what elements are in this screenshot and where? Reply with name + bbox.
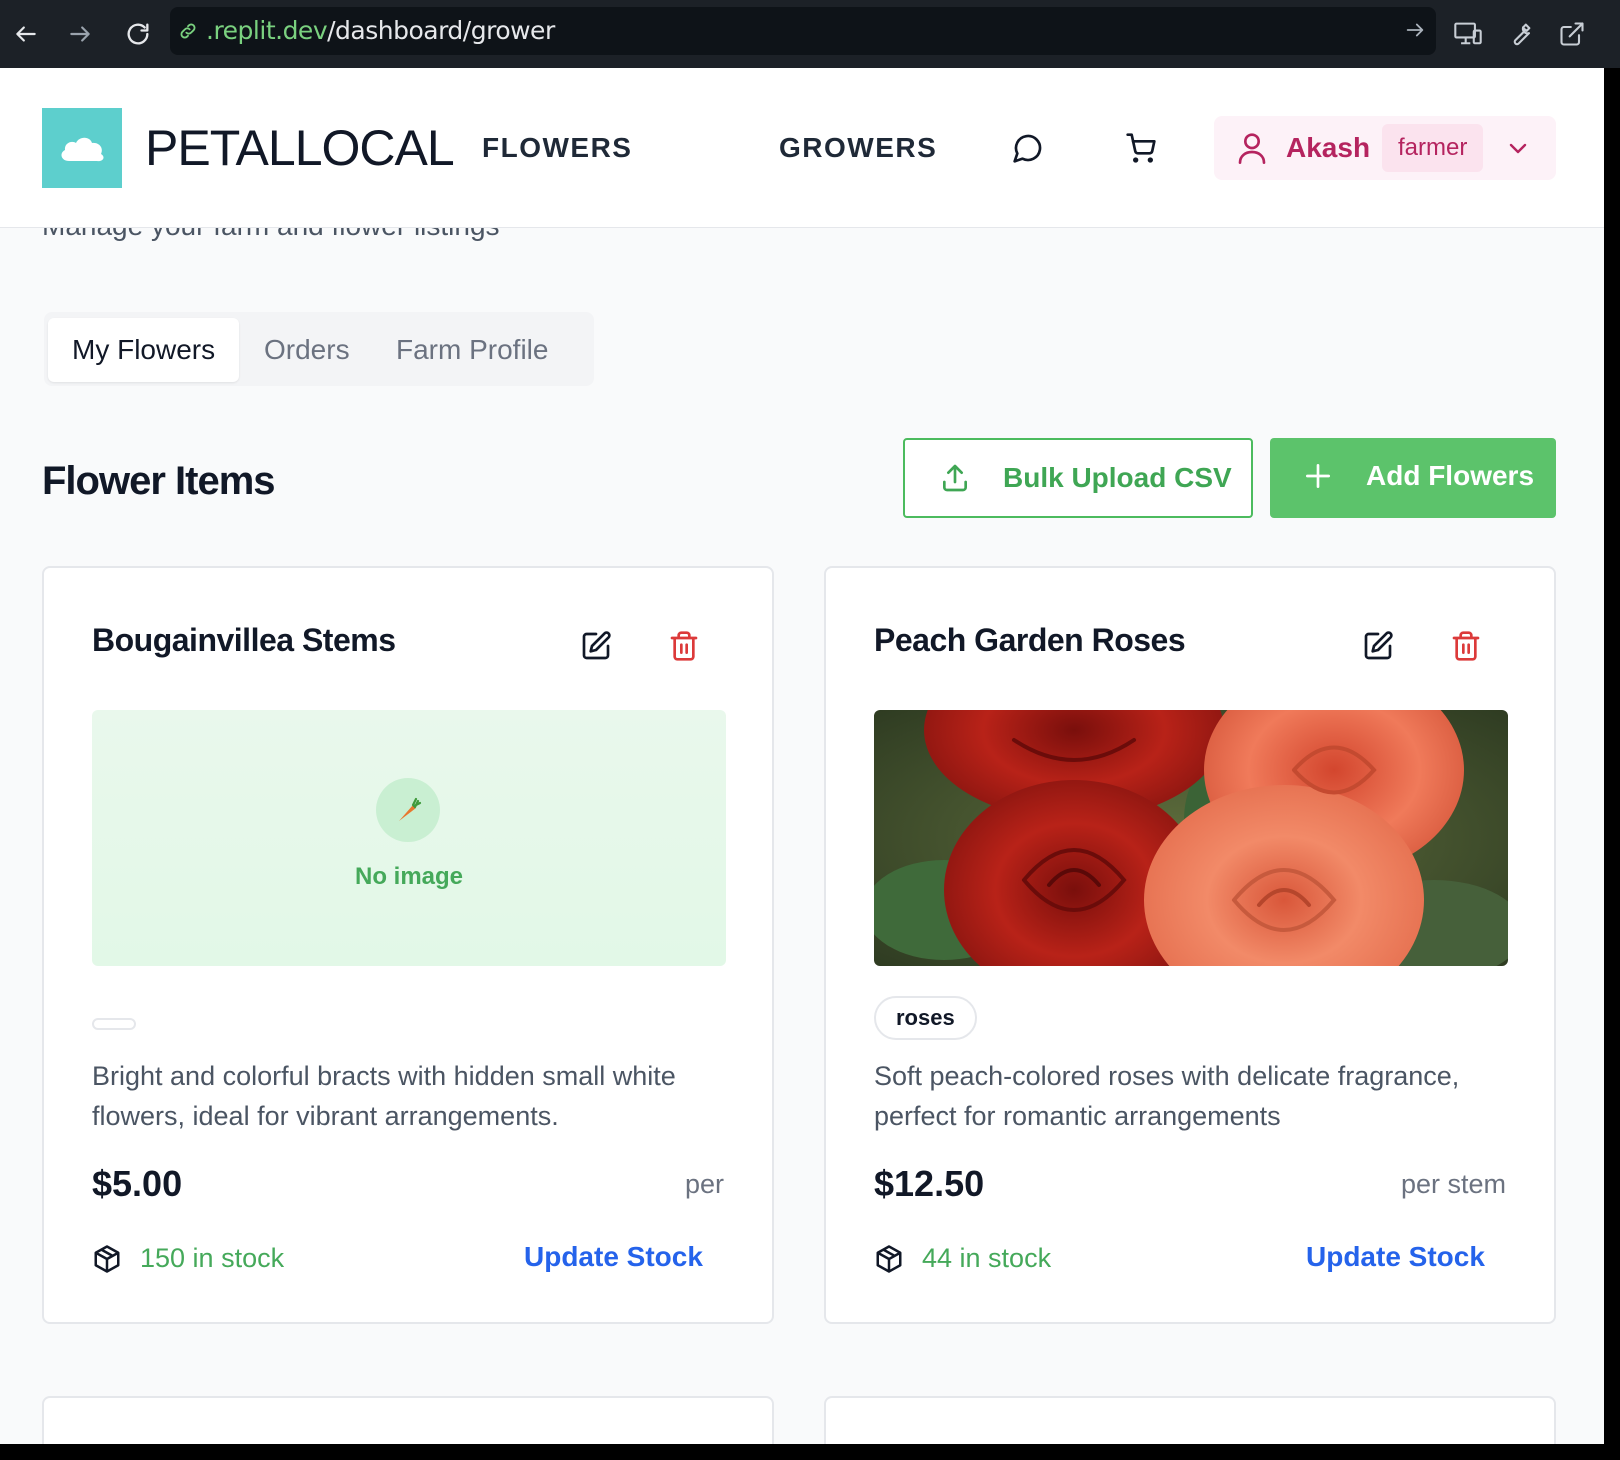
flower-price: $5.00 xyxy=(92,1163,183,1204)
browser-toolbar: .replit.dev/dashboard/grower xyxy=(0,0,1620,68)
nav-flowers[interactable]: FLOWERS xyxy=(482,130,633,166)
price-unit: per xyxy=(684,1169,724,1199)
trash-icon[interactable] xyxy=(1450,630,1482,667)
site-header: PETALLOCAL FLOWERS GROWERS Akash farmer xyxy=(0,68,1604,228)
flower-title: Peach Garden Roses xyxy=(874,622,1186,658)
cart-icon[interactable] xyxy=(1121,128,1161,168)
trash-icon[interactable] xyxy=(668,630,700,667)
url-host: .replit.dev xyxy=(206,16,328,45)
external-link-icon[interactable] xyxy=(1552,14,1592,54)
link-icon xyxy=(180,23,196,39)
flower-title: Bougainvillea Stems xyxy=(92,622,396,658)
package-icon xyxy=(874,1244,904,1279)
no-image-text: No image xyxy=(354,863,464,890)
chat-icon[interactable] xyxy=(1008,128,1048,168)
flower-price: $12.50 xyxy=(874,1163,985,1204)
logo-text[interactable]: PETALLOCAL xyxy=(145,118,455,178)
user-icon xyxy=(1236,130,1268,171)
add-flowers-button[interactable]: Add Flowers xyxy=(1270,438,1556,518)
tab-my-flowers[interactable]: My Flowers xyxy=(48,318,240,382)
flower-card xyxy=(42,1396,774,1444)
plus-icon xyxy=(1302,460,1334,499)
nav-growers[interactable]: GROWERS xyxy=(779,130,937,166)
flower-card: Bougainvillea Stems No image Bright and … xyxy=(42,566,774,1324)
dashboard-tabs: My Flowers Orders Farm Profile xyxy=(44,312,594,386)
rose-photo xyxy=(874,710,1508,966)
flower-description: Soft peach-colored roses with delicate f… xyxy=(874,1061,1460,1131)
update-stock-button[interactable]: Update Stock xyxy=(524,1238,703,1276)
user-role-badge: farmer xyxy=(1382,124,1484,172)
logo-mark[interactable] xyxy=(42,108,122,188)
flower-card xyxy=(824,1396,1556,1444)
tab-farm-profile[interactable]: Farm Profile xyxy=(372,318,572,382)
category-tag xyxy=(92,1018,136,1030)
cloud-icon xyxy=(61,137,104,162)
devices-icon[interactable] xyxy=(1448,14,1488,54)
url-path: /dashboard/grower xyxy=(327,16,555,45)
carrot-icon xyxy=(376,778,440,842)
chevron-down-icon xyxy=(1506,136,1530,165)
bulk-upload-label: Bulk Upload CSV xyxy=(1003,462,1232,493)
upload-icon xyxy=(939,462,971,501)
url-text: .replit.dev/dashboard/grower xyxy=(206,7,555,55)
package-icon xyxy=(92,1244,122,1279)
stock-count: 150 in stock xyxy=(140,1243,285,1273)
wrench-icon[interactable] xyxy=(1500,14,1540,54)
user-name: Akash xyxy=(1286,132,1371,163)
add-flowers-label: Add Flowers xyxy=(1366,460,1535,491)
edit-icon[interactable] xyxy=(1362,630,1394,667)
back-icon[interactable] xyxy=(6,14,46,54)
forward-icon[interactable] xyxy=(60,14,100,54)
section-title: Flower Items xyxy=(42,459,276,503)
tab-orders[interactable]: Orders xyxy=(240,318,374,382)
stock-count: 44 in stock xyxy=(922,1243,1052,1273)
edit-icon[interactable] xyxy=(580,630,612,667)
bulk-upload-button[interactable]: Bulk Upload CSV xyxy=(903,438,1253,518)
flower-card: Peach Garden Roses roses Soft peach-colo… xyxy=(824,566,1556,1324)
go-arrow-icon[interactable] xyxy=(1404,19,1426,46)
image-placeholder: No image xyxy=(92,710,726,966)
address-bar[interactable]: .replit.dev/dashboard/grower xyxy=(170,7,1436,55)
page-viewport: PETALLOCAL FLOWERS GROWERS Akash farmer … xyxy=(0,68,1604,1444)
price-unit: per stem xyxy=(1400,1169,1506,1199)
flower-description: Bright and colorful bracts with hidden s… xyxy=(92,1061,676,1131)
update-stock-button[interactable]: Update Stock xyxy=(1306,1238,1485,1276)
reload-icon[interactable] xyxy=(118,14,158,54)
category-tag: roses xyxy=(874,996,977,1040)
user-menu[interactable]: Akash farmer xyxy=(1214,116,1556,180)
